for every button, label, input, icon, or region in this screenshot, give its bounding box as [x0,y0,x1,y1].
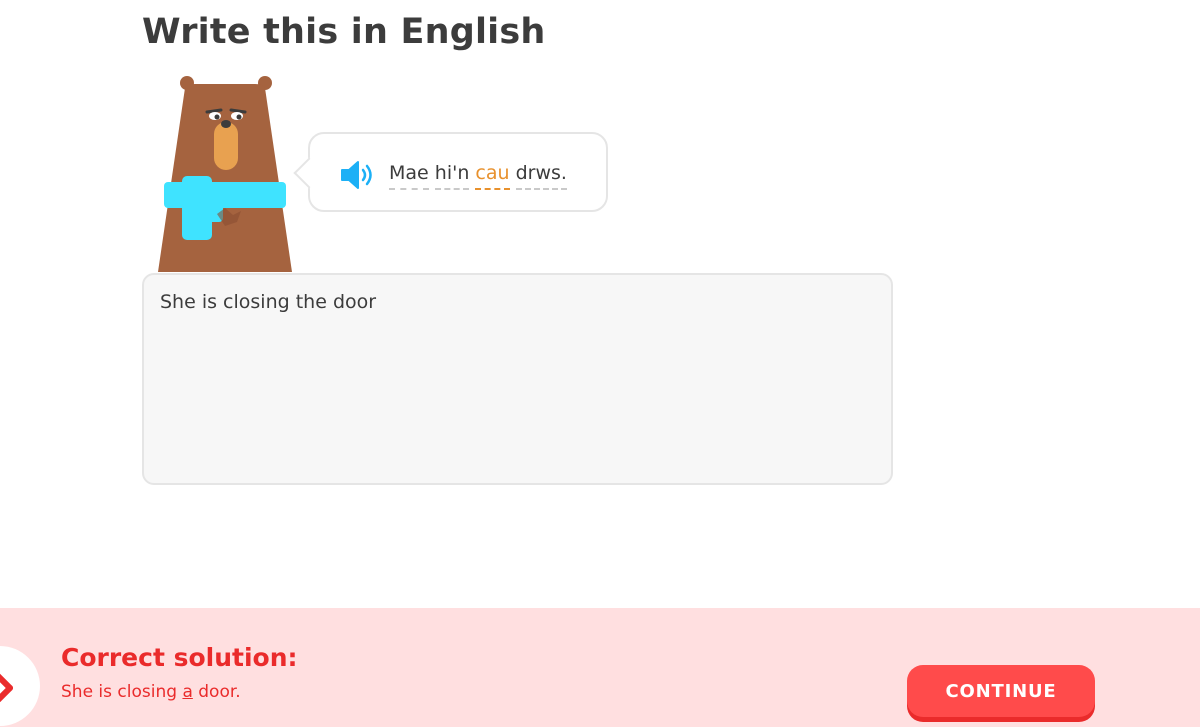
solution-part: She is closing [61,682,183,702]
feedback-footer: Correct solution: She is closing a door.… [0,608,1200,727]
prompt-word-new[interactable]: cau [475,162,510,190]
solution-text: She is closing a door. [61,682,241,702]
close-icon [0,673,13,702]
bear-brow-right [229,108,247,114]
bear-nose [221,120,231,128]
solution-highlight: a [182,682,193,702]
incorrect-badge [0,646,40,726]
speaker-icon[interactable] [340,160,376,190]
bear-body [158,84,292,272]
bear-snout [214,122,238,170]
solution-part: door. [192,682,241,702]
prompt-sentence: Mae hi'n cau drws. [389,162,567,190]
prompt-bubble: Mae hi'n cau drws. [293,132,608,212]
continue-button[interactable]: CONTINUE [907,665,1095,717]
exercise-screen: Write this in English Mae hi'n cau drws.… [0,0,1200,727]
prompt-word[interactable]: drws. [515,162,567,190]
answer-input[interactable] [142,273,893,485]
page-title: Write this in English [142,12,546,52]
prompt-word[interactable]: Mae [389,162,429,190]
prompt-word[interactable]: hi'n [434,162,470,190]
solution-heading: Correct solution: [61,643,298,672]
bear-character [158,76,292,272]
bear-brow-left [205,108,223,114]
